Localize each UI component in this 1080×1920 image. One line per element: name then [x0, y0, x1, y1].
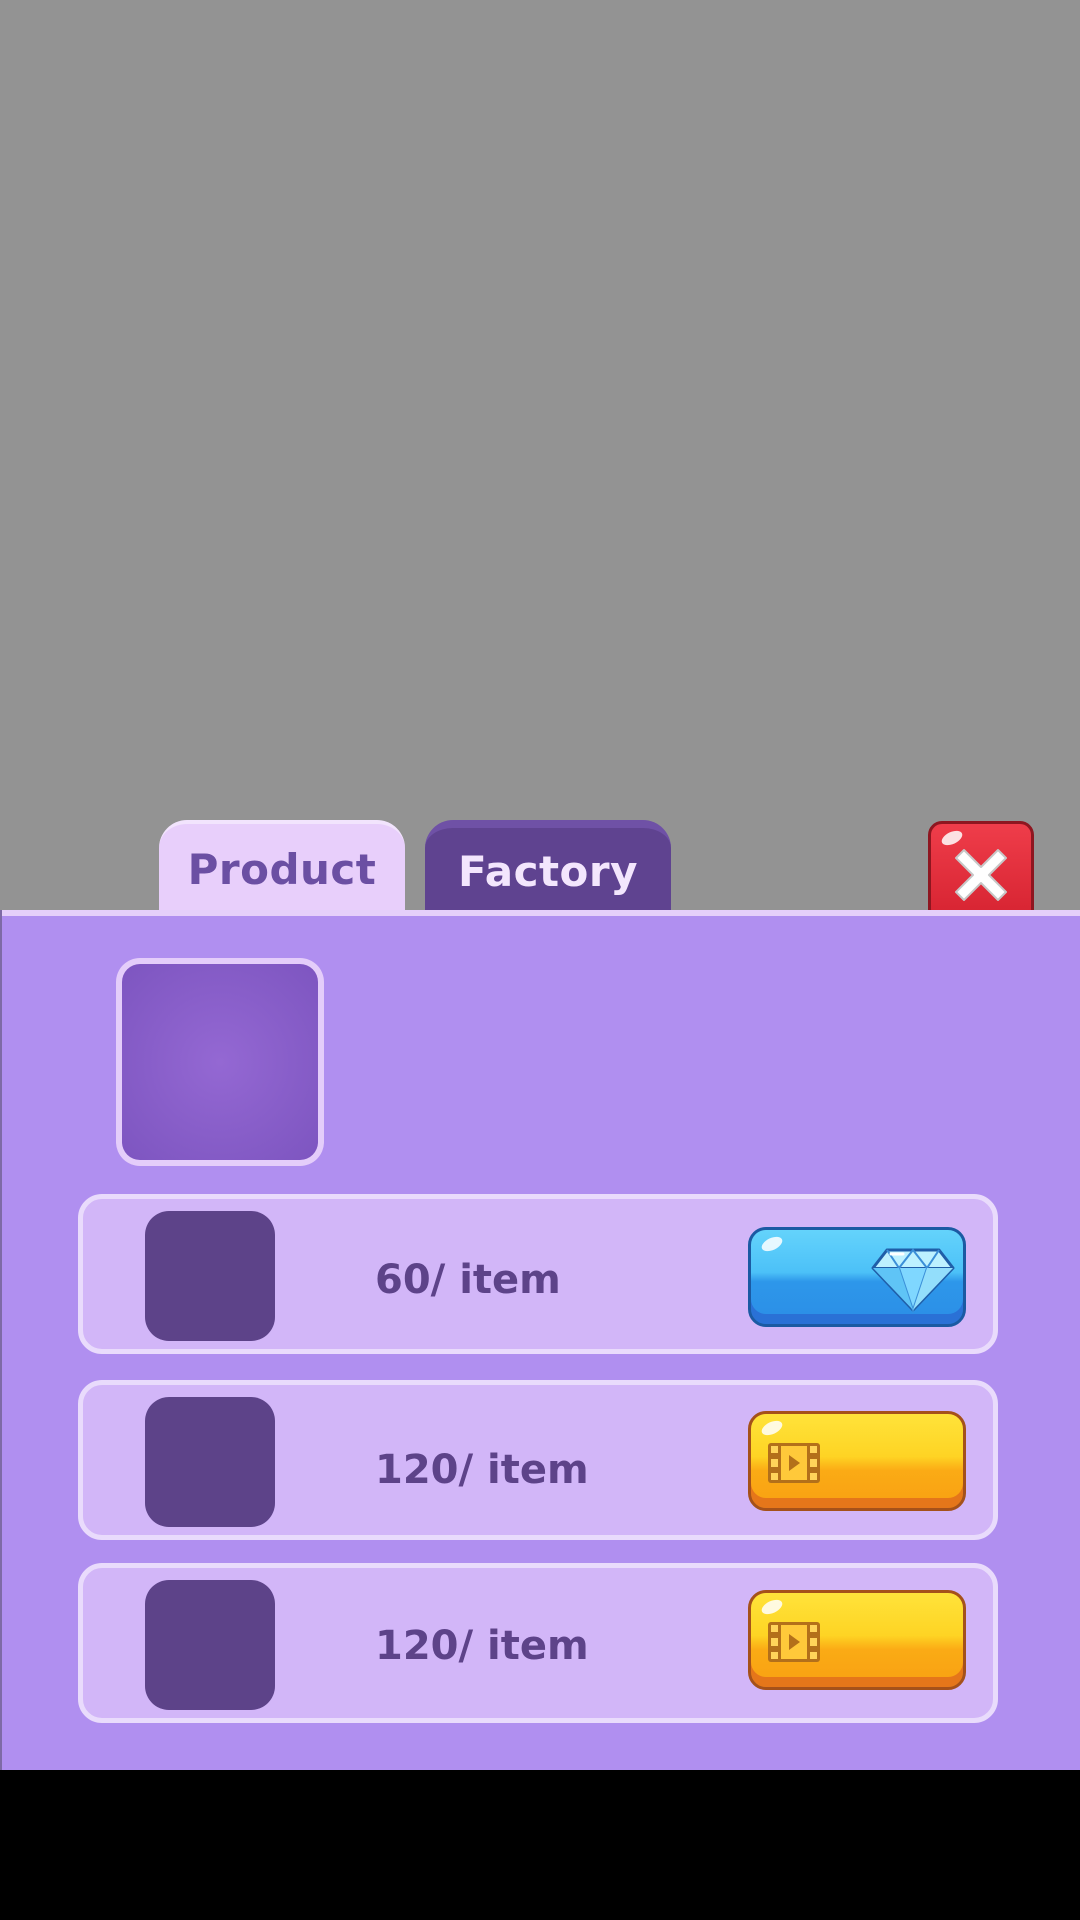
tab-product-label: Product: [187, 844, 377, 894]
buy-with-gems-button[interactable]: [748, 1227, 966, 1327]
watch-video-button[interactable]: [748, 1590, 966, 1690]
shop-row-1: 60/ item: [78, 1194, 998, 1354]
watch-video-button[interactable]: [748, 1411, 966, 1511]
panel-edge: [0, 910, 2, 1770]
item-price: 60/ item: [375, 1257, 561, 1303]
film-play-icon: [768, 1443, 820, 1483]
bottom-bar: [0, 1770, 1080, 1920]
item-thumbnail: [145, 1397, 275, 1527]
item-thumbnail: [145, 1580, 275, 1710]
shop-row-3: 120/ item: [78, 1563, 998, 1723]
film-play-icon: [768, 1622, 820, 1662]
tab-product[interactable]: Product: [159, 820, 405, 914]
tab-factory[interactable]: Factory: [425, 820, 671, 914]
item-thumbnail: [145, 1211, 275, 1341]
product-preview: [116, 958, 324, 1166]
item-price: 120/ item: [375, 1623, 589, 1669]
dimmed-backdrop[interactable]: [0, 0, 1080, 914]
diamond-icon: [871, 1248, 955, 1314]
tab-factory-label: Factory: [458, 846, 638, 896]
item-price: 120/ item: [375, 1447, 589, 1493]
shop-row-2: 120/ item: [78, 1380, 998, 1540]
close-x-icon: [955, 849, 1007, 901]
product-preview-slot: [122, 964, 318, 1160]
